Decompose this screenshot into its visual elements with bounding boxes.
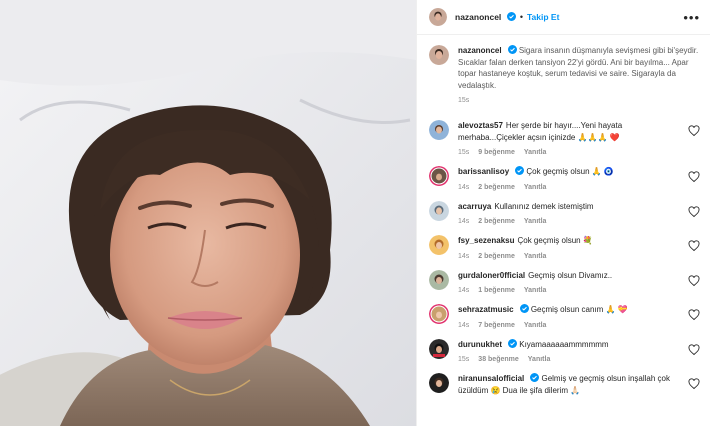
author-username-text[interactable]: nazanoncel bbox=[455, 12, 501, 22]
comment-likes[interactable]: 2 beğenme bbox=[478, 218, 515, 225]
more-options-icon[interactable]: ••• bbox=[683, 10, 700, 25]
comment-avatar[interactable] bbox=[429, 200, 449, 221]
comment-text: Kullanınız demek istemiştim bbox=[494, 201, 594, 211]
verified-badge-icon bbox=[506, 12, 516, 21]
comment-time[interactable]: 14s bbox=[458, 287, 469, 294]
comment-username[interactable]: acarruya bbox=[458, 202, 491, 211]
comment-time[interactable]: 15s bbox=[458, 149, 469, 156]
comment-avatar[interactable] bbox=[429, 166, 449, 186]
comment-time[interactable]: 14s bbox=[458, 218, 469, 225]
comment-item: barissanlisoy Çok geçmiş olsun 🙏 🧿 14s 2 … bbox=[429, 166, 700, 191]
author-avatar[interactable] bbox=[429, 8, 447, 26]
comment-text: Çok geçmiş olsun 🙏 🧿 bbox=[526, 167, 614, 176]
comment-username[interactable]: gurdaloner0fficial bbox=[458, 271, 525, 280]
reply-button[interactable]: Yanıtla bbox=[524, 149, 547, 156]
comment-text: Geçmiş olsun Divamız.. bbox=[528, 270, 613, 280]
reply-button[interactable]: Yanıtla bbox=[524, 287, 547, 294]
comment-item: niranunsalofficial Gelmiş ve geçmiş olsu… bbox=[429, 373, 700, 396]
comment-item: alevoztas57 Her şerde bir hayır....Yeni h… bbox=[429, 120, 700, 156]
comment-likes[interactable]: 9 beğenme bbox=[478, 149, 515, 156]
separator-dot: • bbox=[519, 12, 523, 22]
comment-username[interactable]: fsy_sezenaksu bbox=[458, 236, 514, 245]
heart-outline-icon[interactable] bbox=[688, 274, 700, 287]
post-photo[interactable] bbox=[0, 0, 416, 426]
comment-time[interactable]: 14s bbox=[458, 184, 469, 191]
comment-likes[interactable]: 2 beğenme bbox=[478, 253, 515, 260]
selfie-illustration bbox=[0, 0, 416, 426]
comment-likes[interactable]: 1 beğenme bbox=[478, 287, 515, 294]
comments-list: nazanoncel Sigara insanın düşmanıyla sev… bbox=[417, 35, 710, 426]
comment-username[interactable]: sehrazatmusic bbox=[458, 305, 514, 314]
comment-text: Çok geçmiş olsun 💐 bbox=[517, 236, 593, 245]
heart-outline-icon[interactable] bbox=[688, 205, 700, 218]
comment-item: sehrazatmusic Geçmiş olsun canım 🙏 💝 14s… bbox=[429, 304, 700, 329]
comment-item: acarruya Kullanınız demek istemiştim 14s 2… bbox=[429, 200, 700, 225]
reply-button[interactable]: Yanıtla bbox=[524, 322, 547, 329]
reply-button[interactable]: Yanıtla bbox=[528, 356, 551, 363]
comment-username[interactable]: alevoztas57 bbox=[458, 121, 503, 130]
comment-username[interactable]: niranunsalofficial bbox=[458, 374, 524, 383]
verified-badge-icon bbox=[515, 166, 525, 175]
caption-text-block: nazanoncel Sigara insanın düşmanıyla sev… bbox=[458, 45, 700, 91]
heart-outline-icon[interactable] bbox=[688, 309, 700, 321]
reply-button[interactable]: Yanıtla bbox=[524, 218, 547, 225]
heart-outline-icon[interactable] bbox=[688, 343, 700, 356]
comment-likes[interactable]: 38 beğenme bbox=[478, 356, 518, 363]
comment-text: Geçmiş olsun canım 🙏 💝 bbox=[530, 305, 628, 314]
comment-avatar[interactable] bbox=[429, 120, 449, 140]
comment-avatar[interactable] bbox=[429, 304, 449, 324]
comment-item: durunukhet Kıyamaaaaaammmmmm 15s 38 beğen… bbox=[429, 338, 700, 363]
comment-time[interactable]: 14s bbox=[458, 322, 469, 329]
instagram-post: nazanoncel • Takip Et ••• nazanoncel Sig… bbox=[0, 0, 710, 426]
heart-outline-icon[interactable] bbox=[688, 171, 700, 183]
comment-time[interactable]: 14s bbox=[458, 253, 469, 260]
comment-username[interactable]: durunukhet bbox=[458, 340, 502, 349]
post-caption: nazanoncel Sigara insanın düşmanıyla sev… bbox=[429, 41, 700, 104]
caption-time[interactable]: 15s bbox=[458, 97, 469, 104]
comment-item: gurdaloner0fficial Geçmiş olsun Divamız..… bbox=[429, 269, 700, 294]
comment-username[interactable]: barissanlisoy bbox=[458, 167, 509, 176]
verified-badge-icon bbox=[519, 304, 529, 313]
comment-time[interactable]: 15s bbox=[458, 356, 469, 363]
post-sidebar: nazanoncel • Takip Et ••• nazanoncel Sig… bbox=[416, 0, 710, 426]
comment-avatar[interactable] bbox=[429, 235, 449, 255]
caption-avatar[interactable] bbox=[429, 45, 449, 65]
verified-badge-icon bbox=[508, 338, 517, 348]
comment-text: Kıyamaaaaaammmmmm bbox=[519, 339, 609, 349]
verified-badge-icon bbox=[507, 45, 517, 54]
heart-outline-icon[interactable] bbox=[688, 240, 700, 252]
author-username[interactable]: nazanoncel bbox=[455, 12, 516, 22]
comment-avatar[interactable] bbox=[429, 269, 449, 290]
reply-button[interactable]: Yanıtla bbox=[524, 253, 547, 260]
reply-button[interactable]: Yanıtla bbox=[524, 184, 547, 191]
comment-avatar[interactable] bbox=[429, 373, 449, 393]
heart-outline-icon[interactable] bbox=[688, 125, 700, 137]
heart-outline-icon[interactable] bbox=[688, 378, 700, 390]
follow-button[interactable]: Takip Et bbox=[527, 12, 559, 22]
comment-avatar[interactable] bbox=[429, 338, 449, 359]
comment-likes[interactable]: 7 beğenme bbox=[478, 322, 515, 329]
post-header: nazanoncel • Takip Et ••• bbox=[417, 0, 710, 35]
comment-item: fsy_sezenaksu Çok geçmiş olsun 💐 14s 2 beğ… bbox=[429, 235, 700, 260]
verified-badge-icon bbox=[530, 373, 540, 382]
caption-username[interactable]: nazanoncel bbox=[458, 46, 502, 55]
comment-likes[interactable]: 2 beğenme bbox=[478, 184, 515, 191]
